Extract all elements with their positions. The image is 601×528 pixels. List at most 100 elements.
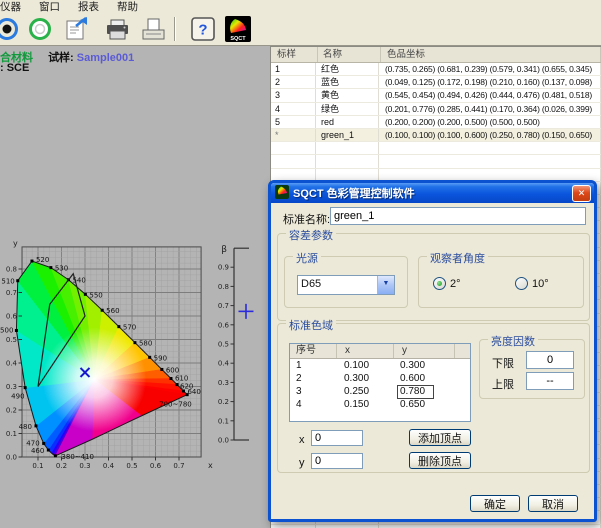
- observer-10deg-label: 10°: [532, 278, 549, 290]
- vertex-row[interactable]: 40.1500.650: [290, 398, 470, 411]
- gamut-group-label: 标准色域: [286, 317, 336, 333]
- svg-text:510: 510: [1, 278, 14, 286]
- illuminant-value: D65: [298, 276, 377, 294]
- svg-text:0.7: 0.7: [6, 289, 17, 297]
- svg-text:600: 600: [166, 366, 179, 374]
- svg-text:0.2: 0.2: [56, 462, 67, 470]
- vertex-row[interactable]: 20.3000.600: [290, 372, 470, 385]
- svg-text:0.2: 0.2: [6, 407, 17, 415]
- x-coord-input[interactable]: [311, 430, 363, 446]
- svg-text:β: β: [221, 245, 227, 255]
- svg-text:0.3: 0.3: [6, 383, 17, 391]
- chromaticity-diagram: 380~410460470480490500510520530540550560…: [0, 232, 262, 484]
- menu-instrument[interactable]: 仪器: [0, 0, 30, 14]
- sample-name: Sample001: [77, 52, 134, 64]
- cie-chart-svg: 380~410460470480490500510520530540550560…: [0, 232, 262, 484]
- svg-text:610: 610: [175, 375, 188, 383]
- col-header-standard[interactable]: 标样: [271, 47, 318, 62]
- table-row[interactable]: 1红色(0.735, 0.265) (0.681, 0.239) (0.579,…: [271, 63, 601, 76]
- add-vertex-button[interactable]: 添加顶点: [409, 429, 471, 446]
- mode-label: : SCE: [0, 62, 29, 74]
- calibrate-icon[interactable]: [26, 16, 53, 43]
- svg-text:0.2: 0.2: [218, 398, 229, 406]
- svg-text:0.6: 0.6: [6, 313, 18, 321]
- svg-text:560: 560: [106, 307, 119, 315]
- table-row[interactable]: 2蓝色(0.049, 0.125) (0.172, 0.198) (0.210,…: [271, 76, 601, 89]
- toolbar: ? SQCT: [0, 13, 601, 46]
- tolerance-group-label: 容差参数: [286, 227, 336, 243]
- x-coord-label: x: [299, 434, 305, 446]
- delete-vertex-button[interactable]: 删除顶点: [409, 452, 471, 469]
- menu-window[interactable]: 窗口: [30, 0, 69, 14]
- standard-name-label: 标准名称:: [283, 211, 330, 227]
- svg-text:x: x: [208, 461, 213, 470]
- sqct-icon[interactable]: SQCT: [224, 16, 251, 43]
- observer-10deg-radio[interactable]: 10°: [515, 277, 549, 290]
- table-row[interactable]: 4绿色(0.201, 0.776) (0.285, 0.441) (0.170,…: [271, 103, 601, 116]
- svg-text:500: 500: [0, 326, 13, 334]
- lower-limit-input[interactable]: [526, 351, 574, 369]
- svg-text:550: 550: [89, 291, 102, 299]
- svg-text:590: 590: [154, 354, 167, 362]
- export-icon[interactable]: [140, 16, 167, 43]
- menu-report[interactable]: 报表: [69, 0, 108, 14]
- svg-text:0.3: 0.3: [79, 462, 90, 470]
- radio-dot-icon: [433, 277, 446, 290]
- y-coord-label: y: [299, 457, 305, 469]
- table-row-empty[interactable]: [271, 142, 601, 155]
- col-header-coords[interactable]: 色品坐标: [381, 47, 601, 62]
- table-row[interactable]: *6green_1(0.100, 0.100) (0.100, 0.600) (…: [271, 129, 601, 142]
- observer-2deg-radio[interactable]: 2°: [433, 277, 461, 290]
- svg-text:460: 460: [31, 447, 44, 455]
- svg-text:380~410: 380~410: [61, 453, 94, 461]
- svg-text:0.8: 0.8: [6, 266, 17, 274]
- col-header-name[interactable]: 名称: [318, 47, 381, 62]
- luminance-group: 亮度因数 下限 上限: [479, 339, 585, 399]
- vertex-row[interactable]: 10.1000.300: [290, 359, 470, 372]
- svg-text:0.4: 0.4: [218, 360, 230, 368]
- measure-icon[interactable]: [0, 16, 20, 43]
- svg-text:0.1: 0.1: [6, 430, 17, 438]
- vertex-y-edit-box[interactable]: 0.780: [397, 385, 434, 399]
- observer-2deg-label: 2°: [450, 278, 461, 290]
- svg-text:0.5: 0.5: [126, 462, 137, 470]
- svg-text:SQCT: SQCT: [230, 36, 246, 42]
- y-coord-input[interactable]: [311, 453, 363, 469]
- table-row[interactable]: 3黄色(0.545, 0.454) (0.494, 0.426) (0.444,…: [271, 89, 601, 102]
- main-window: 仪器 窗口 报表 帮助 ?: [0, 0, 601, 528]
- dialog-body: 标准名称: 容差参数 光源 D65 ▼ 观察者角度 2°: [271, 203, 594, 519]
- vertex-row[interactable]: 30.2500.780: [290, 385, 470, 398]
- vertex-col-y: y: [394, 344, 455, 358]
- radio-dot-icon: [515, 277, 528, 290]
- svg-text:470: 470: [26, 439, 39, 447]
- gamut-group: 标准色域 序号 x y 10.1000.30020.3000.60030.250…: [277, 323, 590, 473]
- vertex-col-x: x: [337, 344, 394, 358]
- dialog-titlebar[interactable]: SQCT 色彩管理控制软件 ✕: [271, 183, 594, 203]
- report-icon[interactable]: [63, 16, 90, 43]
- upper-limit-input[interactable]: [526, 372, 574, 390]
- svg-text:0.5: 0.5: [6, 336, 17, 344]
- svg-text:530: 530: [55, 265, 68, 273]
- menu-help[interactable]: 帮助: [108, 0, 147, 14]
- cancel-button[interactable]: 取消: [528, 495, 578, 512]
- table-row[interactable]: 5red(0.200, 0.200) (0.200, 0.500) (0.500…: [271, 116, 601, 129]
- illuminant-select[interactable]: D65 ▼: [297, 275, 395, 295]
- print-icon[interactable]: [104, 16, 131, 43]
- svg-text:520: 520: [36, 256, 49, 264]
- svg-text:0.6: 0.6: [218, 321, 230, 329]
- table-row-empty[interactable]: [271, 525, 601, 528]
- table-header-row: 标样 名称 色品坐标: [271, 47, 601, 63]
- edit-marker-icon: *: [275, 129, 312, 141]
- tolerance-group: 容差参数 光源 D65 ▼ 观察者角度 2°: [277, 233, 590, 321]
- close-icon[interactable]: ✕: [572, 185, 591, 202]
- illuminant-group: 光源 D65 ▼: [284, 256, 408, 308]
- svg-text:0.1: 0.1: [218, 417, 229, 425]
- table-row-empty[interactable]: [271, 155, 601, 168]
- ok-button[interactable]: 确定: [470, 495, 520, 512]
- standard-edit-dialog: SQCT 色彩管理控制软件 ✕ 标准名称: 容差参数 光源 D65 ▼ 观察者角…: [268, 180, 597, 522]
- standard-name-input[interactable]: [330, 207, 586, 225]
- chevron-down-icon[interactable]: ▼: [377, 276, 394, 294]
- help-glyph: ?: [198, 22, 207, 39]
- svg-text:0.0: 0.0: [6, 454, 17, 462]
- help-icon[interactable]: ?: [189, 16, 216, 43]
